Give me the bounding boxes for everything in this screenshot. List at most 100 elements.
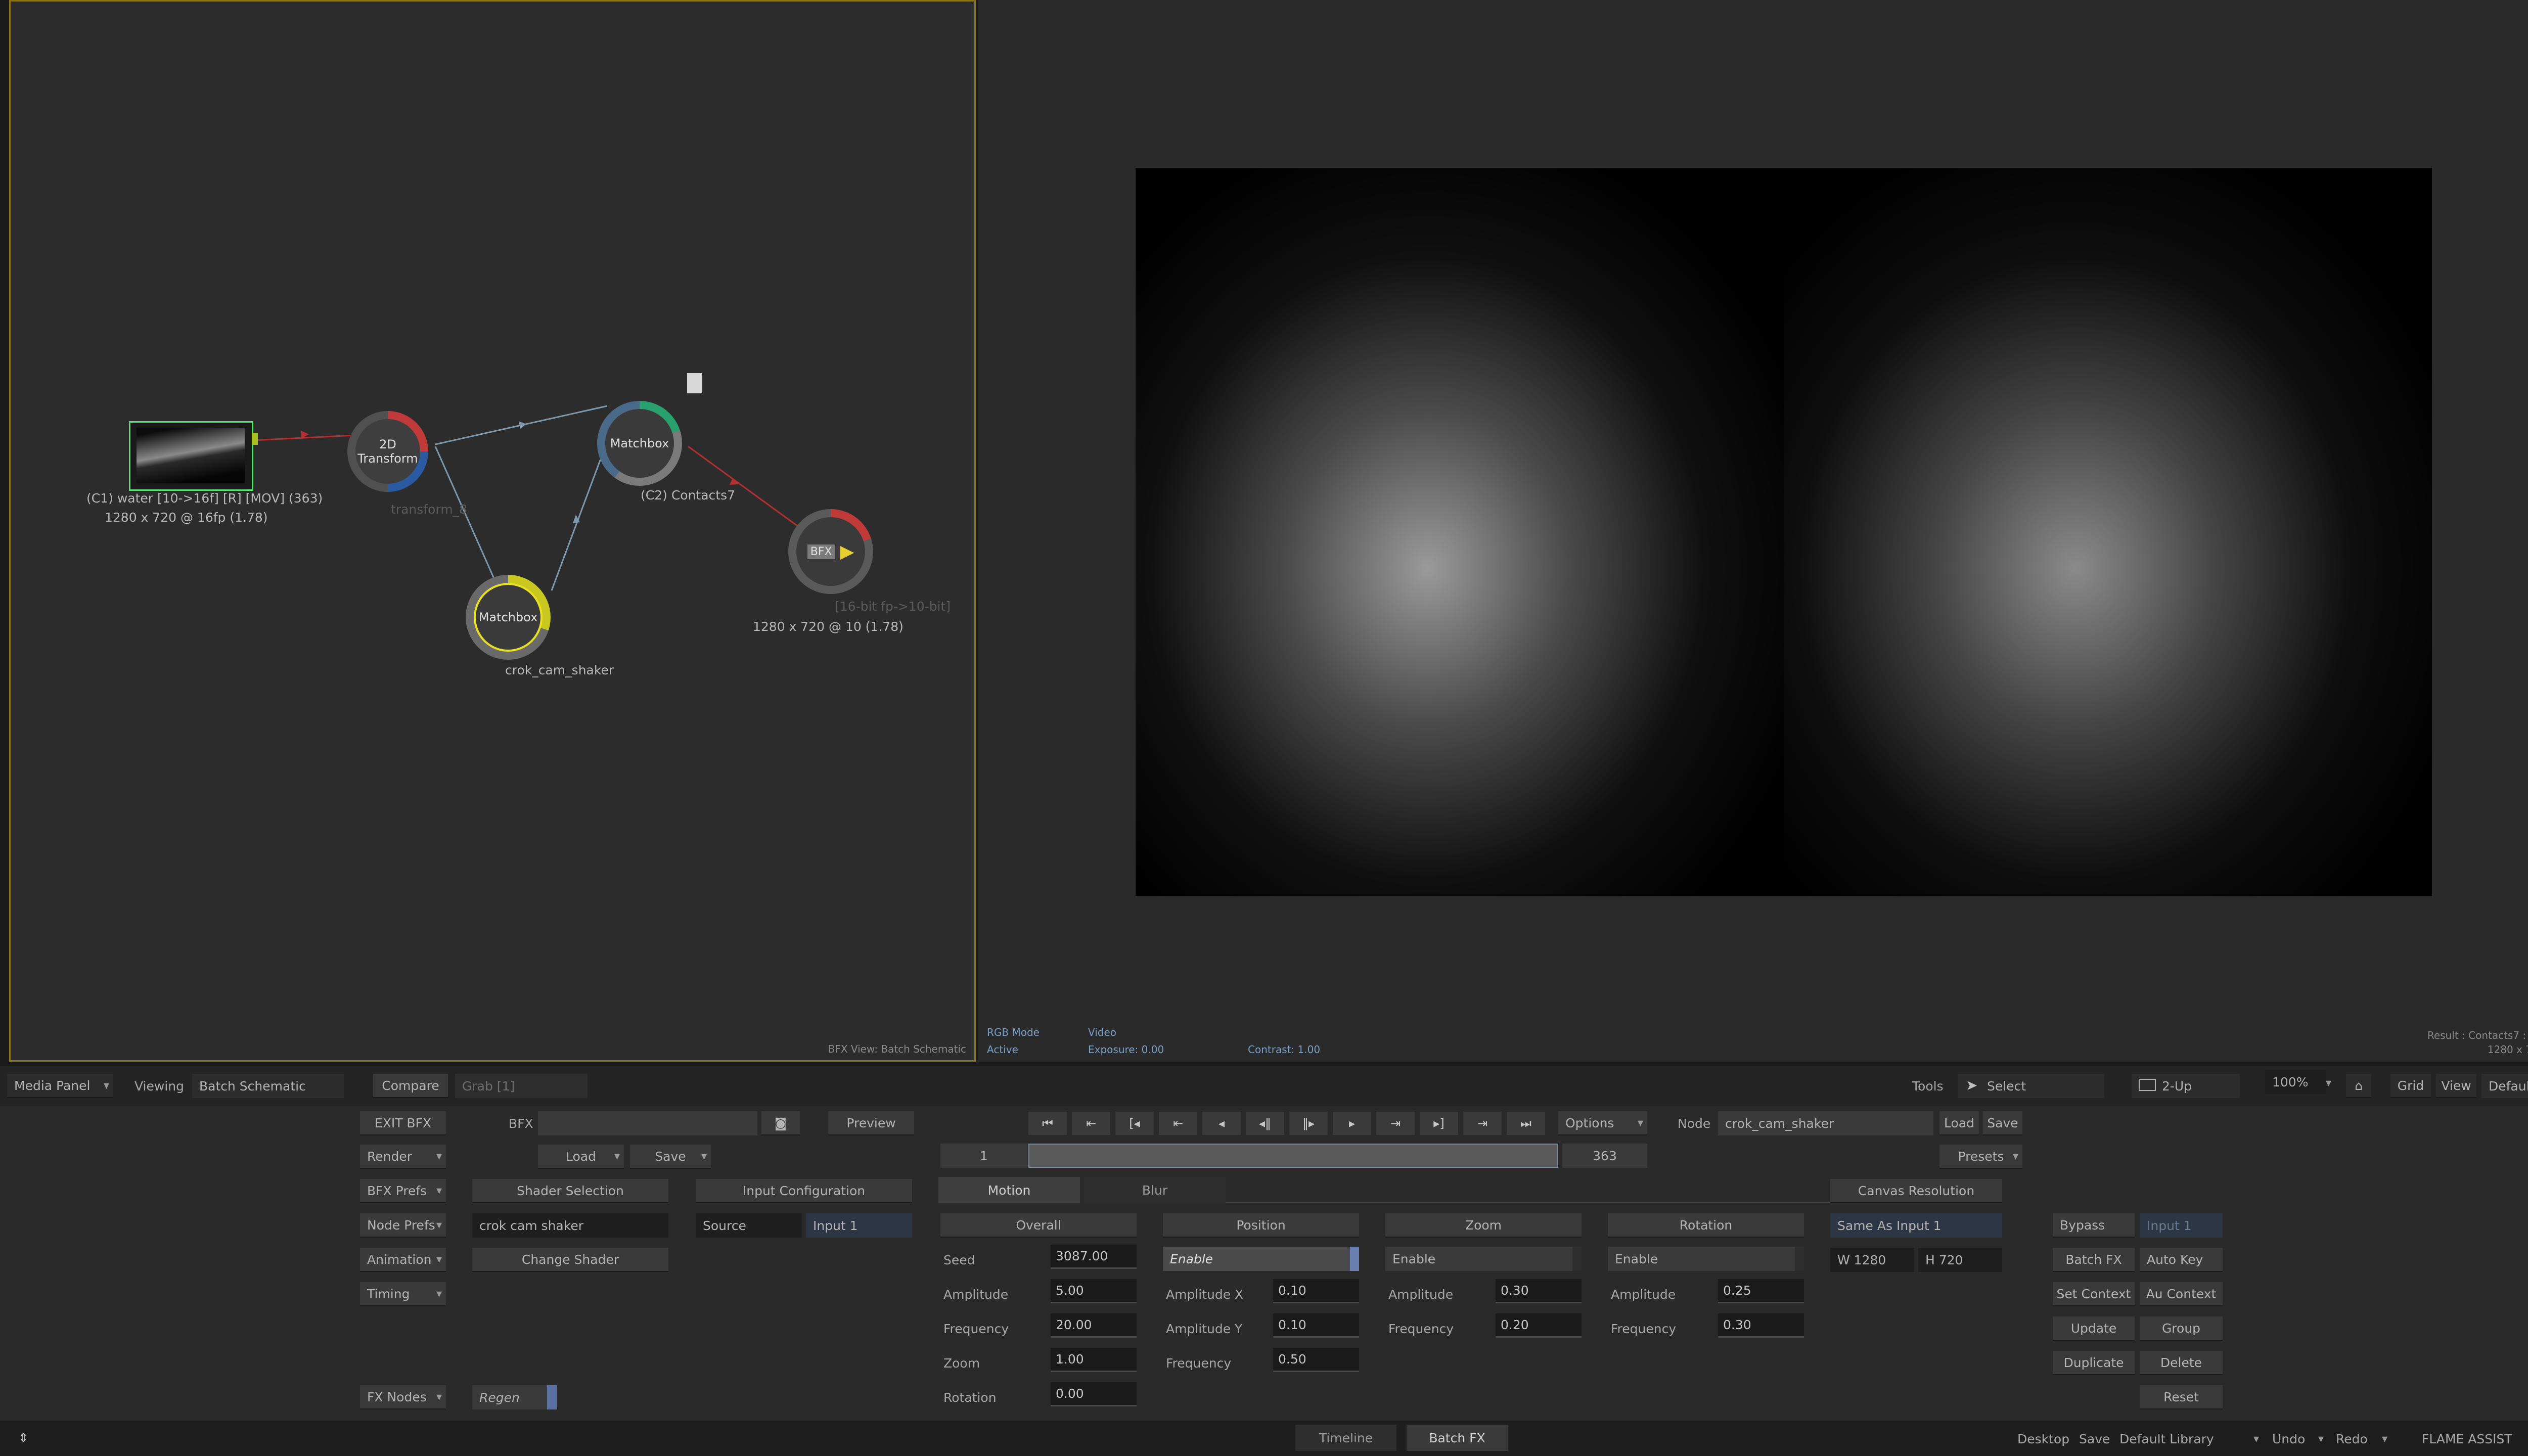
mark-in-icon[interactable]: [◂ bbox=[1115, 1112, 1154, 1135]
play-forward-icon[interactable]: ‖▸ bbox=[1289, 1112, 1328, 1135]
overall-rotation-field[interactable]: 0.00 bbox=[1051, 1382, 1137, 1406]
step-back-icon[interactable]: ◂ bbox=[1202, 1112, 1241, 1135]
position-enable-toggle[interactable]: Enable bbox=[1163, 1247, 1359, 1271]
overall-frequency-field[interactable]: 20.00 bbox=[1051, 1313, 1137, 1338]
frame-scrubber[interactable] bbox=[1028, 1144, 1558, 1168]
reset-button[interactable]: Reset bbox=[2140, 1385, 2223, 1409]
viewing-value[interactable]: Batch Schematic bbox=[192, 1074, 344, 1098]
bfx-prefs-button[interactable]: BFX Prefs bbox=[360, 1179, 446, 1203]
canvas-height-field[interactable]: H 720 bbox=[1918, 1248, 2002, 1272]
tab-batch-fx[interactable]: Batch FX bbox=[1407, 1425, 1508, 1451]
home-icon[interactable]: ⌂ bbox=[2346, 1074, 2371, 1098]
viewer-panel[interactable]: RGB Mode Video Active Exposure: 0.00 Con… bbox=[978, 0, 2528, 1062]
load-dropdown[interactable]: Load bbox=[538, 1145, 624, 1169]
rotation-amplitude-field[interactable]: 0.25 bbox=[1718, 1279, 1804, 1303]
delete-button[interactable]: Delete bbox=[2140, 1351, 2223, 1375]
duplicate-button[interactable]: Duplicate bbox=[2053, 1351, 2135, 1375]
end-frame-field[interactable]: 363 bbox=[1562, 1144, 1647, 1168]
view-button[interactable]: View bbox=[2436, 1074, 2476, 1098]
batch-fx-button[interactable]: Batch FX bbox=[2053, 1248, 2135, 1272]
node-load-button[interactable]: Load bbox=[1939, 1111, 1979, 1135]
layout-selector[interactable]: 2-Up bbox=[2132, 1074, 2240, 1098]
seed-field[interactable]: 3087.00 bbox=[1051, 1245, 1137, 1269]
presets-dropdown[interactable]: Presets bbox=[1939, 1145, 2022, 1169]
overall-header: Overall bbox=[940, 1213, 1137, 1238]
transform-node[interactable]: 2D Transform bbox=[347, 411, 428, 492]
note-icon[interactable] bbox=[687, 373, 702, 393]
grab-field[interactable]: Grab [1] bbox=[455, 1074, 588, 1098]
zoom-frequency-field[interactable]: 0.20 bbox=[1496, 1313, 1582, 1338]
options-dropdown[interactable]: Options bbox=[1558, 1111, 1647, 1135]
matchbox-contacts-node[interactable]: Matchbox bbox=[597, 401, 682, 486]
bfx-name-field[interactable] bbox=[538, 1111, 757, 1135]
amplitude-y-field[interactable]: 0.10 bbox=[1273, 1313, 1359, 1338]
clip-output-socket[interactable] bbox=[252, 433, 258, 445]
step-back-key-icon[interactable]: ⇤ bbox=[1159, 1112, 1197, 1135]
update-button[interactable]: Update bbox=[2053, 1316, 2135, 1341]
app-name-menu[interactable]: FLAME ASSIST bbox=[2422, 1427, 2528, 1451]
amplitude-x-label: Amplitude X bbox=[1166, 1287, 1244, 1302]
tab-blur[interactable]: Blur bbox=[1084, 1177, 1226, 1203]
set-context-button[interactable]: Set Context bbox=[2053, 1282, 2135, 1306]
canvas-same-as-dropdown[interactable]: Same As Input 1 bbox=[1830, 1213, 2002, 1238]
zoom-amplitude-field[interactable]: 0.30 bbox=[1496, 1279, 1582, 1303]
library-dropdown[interactable]: Default Library bbox=[2119, 1427, 2263, 1451]
timing-button[interactable]: Timing bbox=[360, 1282, 446, 1306]
tab-motion[interactable]: Motion bbox=[938, 1177, 1080, 1203]
node-save-button[interactable]: Save bbox=[1983, 1111, 2022, 1135]
redo-button[interactable]: Redo bbox=[2336, 1427, 2391, 1451]
overall-zoom-field[interactable]: 1.00 bbox=[1051, 1348, 1137, 1372]
node-prefs-button[interactable]: Node Prefs bbox=[360, 1213, 446, 1238]
source-field[interactable]: Source bbox=[696, 1213, 802, 1238]
media-panel-dropdown[interactable]: Media Panel bbox=[7, 1074, 113, 1098]
mark-out-icon[interactable]: ▸] bbox=[1420, 1112, 1458, 1135]
default-preset[interactable]: Default bbox=[2481, 1074, 2528, 1098]
select-tool[interactable]: ➤ Select bbox=[1958, 1074, 2104, 1098]
exit-bfx-button[interactable]: EXIT BFX bbox=[360, 1111, 446, 1135]
desktop-button[interactable]: Desktop bbox=[2017, 1427, 2069, 1451]
batch-schematic-panel[interactable]: (C1) water [10->16f] [R] [MOV] (363) 128… bbox=[9, 0, 976, 1062]
amplitude-x-field[interactable]: 0.10 bbox=[1273, 1279, 1359, 1303]
bypass-button[interactable]: Bypass bbox=[2053, 1213, 2135, 1238]
snapshot-icon[interactable]: ◙ bbox=[761, 1111, 800, 1135]
zoom-enable-toggle[interactable]: Enable bbox=[1385, 1247, 1582, 1271]
rotation-enable-toggle[interactable]: Enable bbox=[1608, 1247, 1804, 1271]
undo-button[interactable]: Undo bbox=[2272, 1427, 2328, 1451]
save-dropdown[interactable]: Save bbox=[630, 1145, 711, 1169]
clip-node-thumbnail[interactable] bbox=[129, 421, 258, 491]
input1-field[interactable]: Input 1 bbox=[806, 1213, 912, 1238]
bypass-input-field[interactable]: Input 1 bbox=[2140, 1213, 2223, 1238]
prev-keyframe-icon[interactable]: ⇤ bbox=[1072, 1112, 1110, 1135]
tab-timeline[interactable]: Timeline bbox=[1295, 1425, 1396, 1451]
render-dropdown[interactable]: Render bbox=[360, 1145, 446, 1169]
change-shader-button[interactable]: Change Shader bbox=[472, 1248, 668, 1272]
current-frame-field[interactable]: 1 bbox=[940, 1144, 1027, 1168]
rotation-frequency-field[interactable]: 0.30 bbox=[1718, 1313, 1804, 1338]
matchbox-cam-shaker-node[interactable]: Matchbox bbox=[466, 575, 551, 660]
next-keyframe-icon[interactable]: ⇥ bbox=[1463, 1112, 1502, 1135]
goto-start-icon[interactable]: ⏮ bbox=[1028, 1112, 1067, 1135]
auto-key-button[interactable]: Auto Key bbox=[2140, 1248, 2223, 1272]
node-name-field[interactable]: crok_cam_shaker bbox=[1718, 1111, 1933, 1135]
au-context-button[interactable]: Au Context bbox=[2140, 1282, 2223, 1306]
play-reverse-icon[interactable]: ◂‖ bbox=[1246, 1112, 1284, 1135]
expand-icon[interactable]: ⇕ bbox=[18, 1431, 28, 1445]
shader-name-field[interactable]: crok cam shaker bbox=[472, 1213, 668, 1238]
bfx-output-node[interactable]: BFX ▶ bbox=[788, 509, 873, 594]
step-forward-key-icon[interactable]: ⇥ bbox=[1376, 1112, 1415, 1135]
zoom-field[interactable]: 100% bbox=[2265, 1070, 2326, 1094]
goto-end-icon[interactable]: ⏭ bbox=[1507, 1112, 1545, 1135]
save-button[interactable]: Save bbox=[2079, 1427, 2110, 1451]
animation-button[interactable]: Animation bbox=[360, 1248, 446, 1272]
grid-button[interactable]: Grid bbox=[2390, 1074, 2431, 1098]
regen-toggle[interactable]: Regen bbox=[472, 1385, 557, 1409]
fx-nodes-button[interactable]: FX Nodes bbox=[360, 1385, 446, 1409]
canvas-width-field[interactable]: W 1280 bbox=[1830, 1248, 1914, 1272]
zoom-dropdown-icon[interactable]: ▾ bbox=[2326, 1077, 2331, 1089]
position-frequency-field[interactable]: 0.50 bbox=[1273, 1348, 1359, 1372]
overall-amplitude-field[interactable]: 5.00 bbox=[1051, 1279, 1137, 1303]
compare-button[interactable]: Compare bbox=[373, 1074, 448, 1098]
step-forward-icon[interactable]: ▸ bbox=[1333, 1112, 1371, 1135]
group-button[interactable]: Group bbox=[2140, 1316, 2223, 1341]
preview-button[interactable]: Preview bbox=[828, 1111, 914, 1135]
